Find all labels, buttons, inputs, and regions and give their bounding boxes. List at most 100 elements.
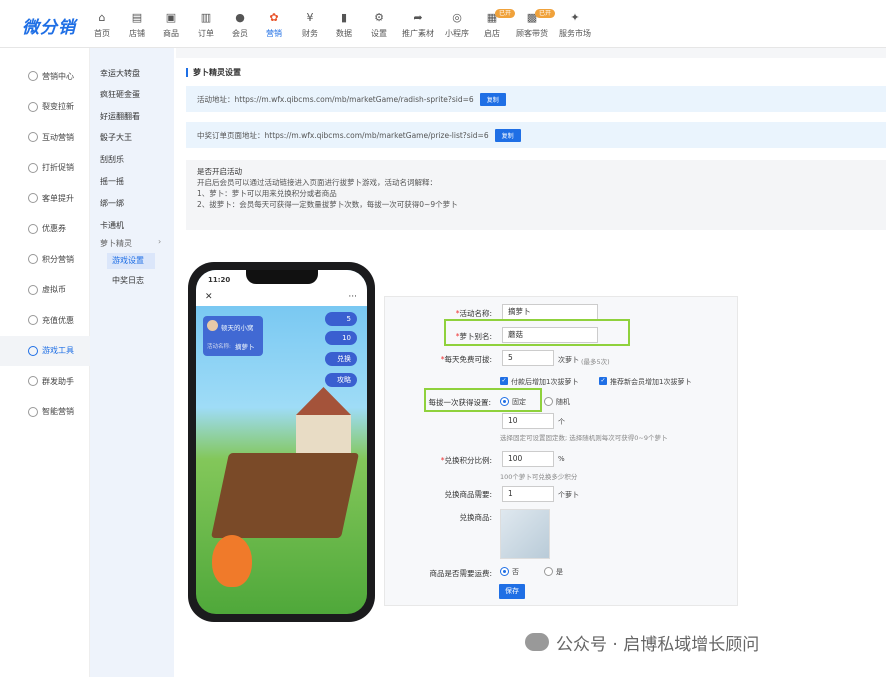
game-menu-item[interactable]: 好运翻翻看: [100, 111, 140, 122]
description-line: 1、萝卜：萝卜可以用来兑换积分或者商品: [197, 189, 337, 198]
game-menu-item[interactable]: 幸运大转盘: [100, 68, 140, 79]
nav-label: 会员: [232, 29, 248, 38]
need-label: 兑换商品需要:: [444, 490, 492, 499]
nav-miniapp[interactable]: ◎ 小程序: [440, 12, 474, 39]
shipping-yes-radio[interactable]: [544, 567, 553, 576]
activity-name-input[interactable]: 摘萝卜: [502, 304, 598, 320]
close-icon[interactable]: ✕: [205, 292, 213, 302]
game-menu-item[interactable]: 疯狂砸金蛋: [100, 89, 140, 100]
nav-finance[interactable]: ¥ 财务: [293, 12, 327, 39]
nav-market[interactable]: ✦ 服务市场: [558, 12, 592, 39]
sidebar-item-recharge[interactable]: 充值优惠: [0, 305, 90, 335]
strategy-button[interactable]: 攻略: [325, 373, 357, 387]
phone-app-bar: ✕ ···: [196, 288, 367, 306]
nav-settings[interactable]: ⚙ 设置: [362, 12, 396, 39]
store-icon: ▤: [131, 11, 143, 24]
sidebar-item-label: 客单提升: [42, 193, 74, 203]
nav-label: 推广素材: [402, 29, 434, 38]
game-menu-group[interactable]: 萝卜精灵: [100, 238, 132, 249]
chevron-right-icon[interactable]: ›: [158, 237, 161, 246]
sidebar-item-virtual-coin[interactable]: 虚拟币: [0, 275, 90, 305]
fission-icon: [28, 101, 38, 112]
nav-marketing[interactable]: ✿ 营销: [257, 12, 291, 39]
nav-label: 启店: [484, 29, 500, 38]
username: 顿天的小窝: [221, 324, 254, 332]
discount-icon: [28, 162, 38, 173]
coupon-icon: [28, 223, 38, 234]
nav-order[interactable]: ▥ 订单: [189, 12, 223, 39]
sidebar-item-interactive[interactable]: 互动营销: [0, 122, 90, 152]
activity-name-value: 摘萝卜: [235, 343, 255, 351]
paid-extra-label: 付款后增加1次拔萝卜: [511, 378, 579, 386]
game-menu-item[interactable]: 刮刮乐: [100, 154, 124, 165]
activity-url-label: 活动地址：: [197, 94, 235, 104]
free-times-unit: 次萝卜: [558, 356, 579, 364]
nav-open-store[interactable]: ▦ 启店 已开: [475, 9, 516, 39]
sidebar-item-discount[interactable]: 打折促销: [0, 153, 90, 183]
nav-goods[interactable]: ▣ 商品: [154, 12, 188, 39]
game-menu-item[interactable]: 骰子大王: [100, 132, 132, 143]
game-menu-item[interactable]: 摇一摇: [100, 176, 124, 187]
sidebar-item-points[interactable]: 积分营销: [0, 244, 90, 274]
sidebar-item-fission[interactable]: 裂变拉新: [0, 92, 90, 122]
description-title: 是否开启活动: [197, 167, 242, 176]
per-pull-unit: 个: [558, 418, 565, 426]
nav-customer[interactable]: ▩ 顾客带货 已开: [515, 9, 556, 39]
nav-member[interactable]: ● 会员: [223, 12, 257, 39]
interactive-icon: [28, 132, 38, 142]
per-pull-input[interactable]: 10: [502, 413, 554, 429]
activity-url-bar: 活动地址： https://m.wfx.qibcms.com/mb/market…: [186, 86, 886, 112]
paid-extra-checkbox[interactable]: ✓: [500, 377, 508, 385]
game-submenu-item[interactable]: 游戏设置: [107, 253, 155, 269]
shipping-label: 商品是否需要运费:: [429, 569, 492, 578]
game-tools-icon: [28, 345, 38, 356]
nav-label: 首页: [94, 29, 110, 38]
activity-name-field-label: *活动名称:: [455, 309, 492, 318]
nav-share[interactable]: ➦ 推广素材: [401, 12, 435, 39]
nav-badge: 已开: [535, 9, 556, 18]
sidebar-item-order-value[interactable]: 客单提升: [0, 183, 90, 213]
sidebar-item-label: 互动营销: [42, 132, 74, 142]
shipping-no-radio[interactable]: [500, 567, 509, 576]
sidebar-item-marketing-center[interactable]: 营销中心: [0, 61, 90, 91]
more-icon[interactable]: ···: [348, 288, 357, 306]
exchange-button[interactable]: 兑换: [325, 352, 357, 366]
activity-description: 是否开启活动 开启后会员可以通过活动链接进入页面进行拔萝卜游戏，活动名词解释： …: [186, 160, 886, 230]
copy-prize-url-button[interactable]: 复制: [494, 128, 521, 142]
ratio-label: *兑换积分比例:: [440, 456, 492, 465]
sidebar-item-label: 打折促销: [42, 163, 74, 172]
sidebar-item-mass-send[interactable]: 群发助手: [0, 366, 90, 396]
ratio-hint: 100个萝卜可兑换多少积分: [500, 473, 578, 481]
referral-extra-checkbox[interactable]: ✓: [599, 377, 607, 385]
nav-label: 财务: [302, 29, 318, 38]
nav-data[interactable]: ▮ 数据: [327, 12, 361, 39]
nav-home[interactable]: ⌂ 首页: [85, 12, 119, 39]
heart-count: 5: [325, 312, 357, 326]
product-label: 兑换商品:: [459, 513, 492, 522]
nav-label: 店铺: [129, 29, 145, 38]
nav-store[interactable]: ▤ 店铺: [120, 12, 154, 39]
sidebar-item-coupon[interactable]: 优惠券: [0, 214, 90, 244]
save-button[interactable]: 保存: [499, 584, 525, 599]
random-radio[interactable]: [544, 397, 553, 406]
sidebar-item-smart[interactable]: 智能营销: [0, 397, 90, 427]
sidebar-item-label: 虚拟币: [42, 285, 66, 294]
avatar: [207, 320, 218, 331]
ratio-input[interactable]: 100: [502, 451, 554, 467]
need-input[interactable]: 1: [502, 486, 554, 502]
prize-url-bar: 中奖订单页面地址： https://m.wfx.qibcms.com/mb/ma…: [186, 122, 886, 148]
mass-send-icon: [28, 376, 38, 386]
game-submenu-item[interactable]: 中奖日志: [107, 273, 155, 289]
product-image[interactable]: [500, 509, 550, 559]
free-times-input[interactable]: 5: [502, 350, 554, 366]
highlight-box: [424, 388, 542, 412]
sidebar-item-game-tools[interactable]: 游戏工具: [0, 335, 90, 366]
copy-activity-url-button[interactable]: 复制: [479, 92, 506, 106]
game-menu-item[interactable]: 绑一绑: [100, 198, 124, 209]
game-menu-item[interactable]: 卡通机: [100, 220, 124, 231]
smart-icon: [28, 406, 38, 417]
share-icon: ➦: [413, 11, 423, 24]
description-line: 开启后会员可以通过活动链接进入页面进行拔萝卜游戏，活动名词解释：: [197, 178, 437, 187]
activity-url-value: https://m.wfx.qibcms.com/mb/marketGame/r…: [234, 94, 474, 104]
need-unit: 个萝卜: [558, 491, 579, 499]
